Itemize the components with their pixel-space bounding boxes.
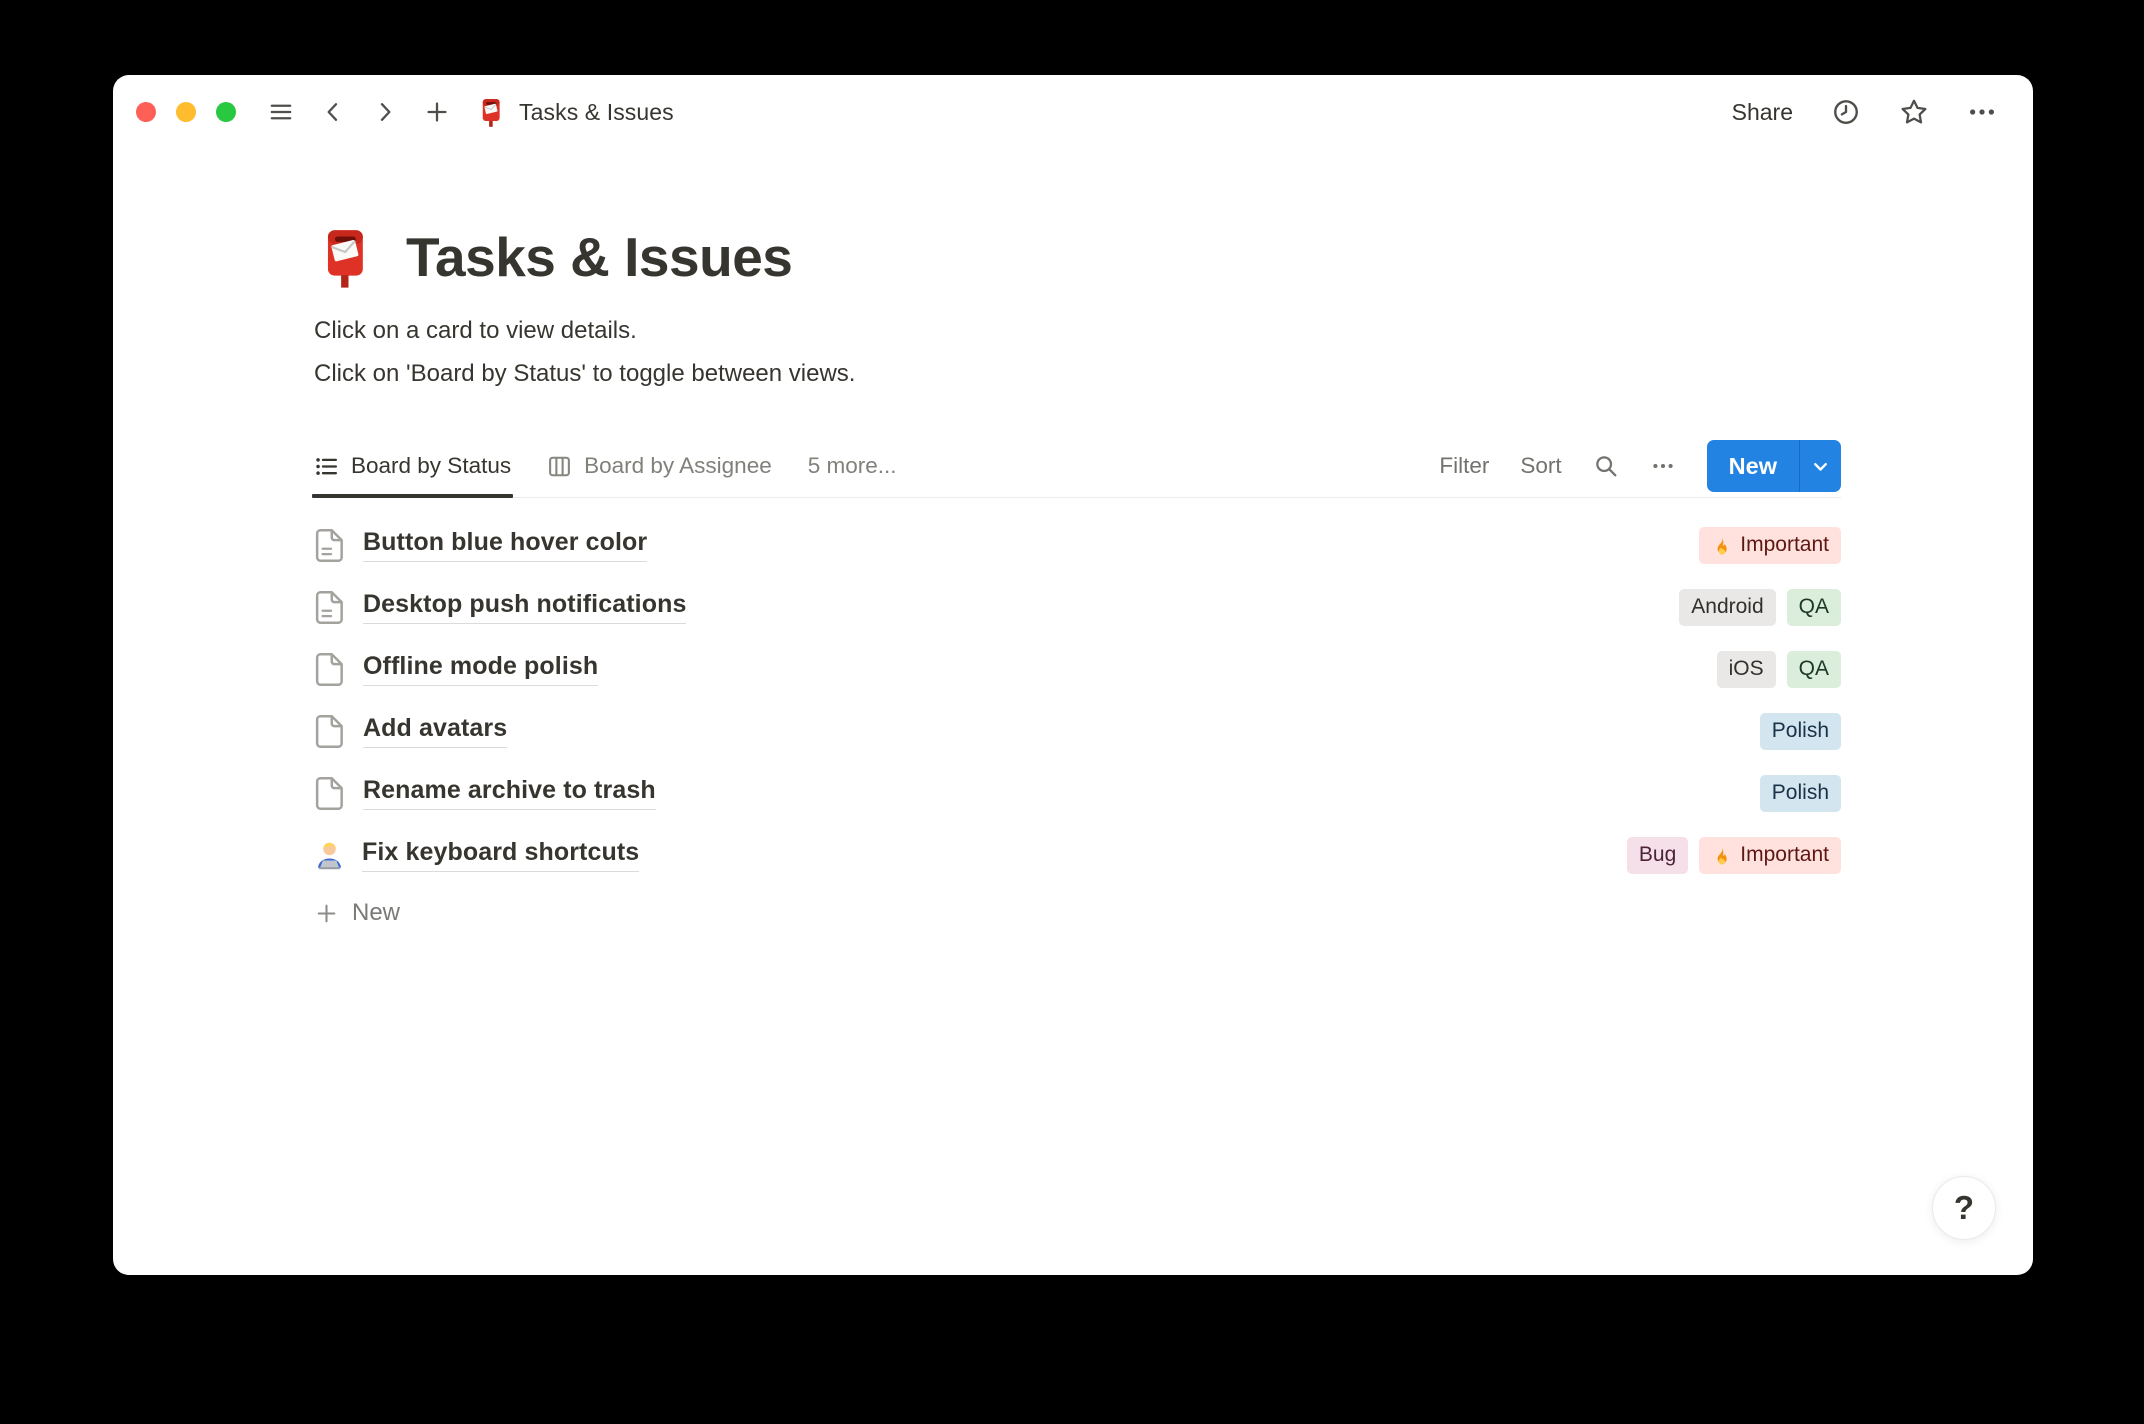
list-item-tags: Important — [1699, 526, 1841, 564]
list-item-tags: Android QA — [1679, 588, 1841, 626]
list-item-tags: Bug Important — [1626, 836, 1841, 874]
new-split-button: New — [1706, 440, 1841, 492]
sidebar-toggle-icon[interactable] — [268, 99, 294, 125]
titlebar: Tasks & Issues Share — [113, 75, 2033, 149]
list-item[interactable]: Button blue hover color Important — [314, 514, 1841, 576]
view-more-icon[interactable] — [1650, 453, 1676, 479]
view-tab-5-more-[interactable]: 5 more... — [808, 435, 897, 497]
tag-chip: iOS — [1716, 650, 1776, 688]
plus-icon — [314, 901, 339, 926]
tag-chip: Bug — [1626, 836, 1689, 874]
history-clock-icon[interactable] — [1831, 97, 1861, 127]
description-line[interactable]: Click on 'Board by Status' to toggle bet… — [314, 352, 1841, 395]
tag-label: Important — [1740, 843, 1829, 866]
page-postbox-icon[interactable] — [314, 226, 376, 288]
page-blank-icon — [314, 714, 345, 749]
tag-label: iOS — [1728, 657, 1764, 680]
help-button[interactable]: ? — [1932, 1176, 1996, 1240]
list-item-title[interactable]: Add avatars — [363, 714, 508, 748]
list-item-title[interactable]: Fix keyboard shortcuts — [362, 838, 640, 872]
tag-chip: Important — [1699, 526, 1841, 564]
page-header: Tasks & Issues — [314, 225, 1841, 289]
list-item-tags: Polish — [1759, 774, 1841, 812]
document-title: Tasks & Issues — [519, 98, 674, 125]
page-text-icon — [314, 528, 345, 563]
page-text-icon — [314, 590, 345, 625]
postbox-icon — [476, 97, 506, 127]
zoom-window-button[interactable] — [216, 102, 236, 122]
new-button[interactable]: New — [1706, 440, 1799, 492]
list-item-title[interactable]: Offline mode polish — [363, 652, 599, 686]
tag-chip: QA — [1786, 588, 1841, 626]
list-item-tags: Polish — [1759, 712, 1841, 750]
nav-back-icon[interactable] — [320, 99, 346, 125]
view-tab-label: Board by Status — [351, 453, 512, 478]
view-tab-label: Board by Assignee — [584, 453, 772, 478]
app-window: Tasks & Issues Share Tasks & Issues Clic… — [113, 75, 2033, 1275]
tag-chip: Polish — [1759, 774, 1841, 812]
list-item-title[interactable]: Rename archive to trash — [363, 776, 656, 810]
tag-chip: Polish — [1759, 712, 1841, 750]
view-tab-label: 5 more... — [807, 453, 897, 478]
close-window-button[interactable] — [136, 102, 156, 122]
tag-label: Polish — [1771, 719, 1829, 742]
tag-chip: Android — [1679, 588, 1776, 626]
tag-label: Android — [1691, 595, 1764, 618]
view-tab-board-by-status[interactable]: Board by Status — [311, 435, 514, 498]
tag-label: QA — [1798, 595, 1829, 618]
page-blank-icon — [314, 776, 345, 811]
search-icon[interactable] — [1593, 453, 1619, 479]
tag-label: Important — [1740, 533, 1829, 556]
more-options-icon[interactable] — [1967, 97, 1997, 127]
list-item[interactable]: Offline mode polish iOS QA — [314, 638, 1841, 700]
add-new-row-label: New — [352, 899, 401, 926]
fire-icon — [1711, 534, 1733, 556]
view-tabs: Board by Status Board by Assignee 5 more..… — [311, 435, 897, 498]
new-button-caret[interactable] — [1799, 440, 1841, 492]
add-new-row-button[interactable]: New — [314, 899, 400, 927]
new-tab-icon[interactable] — [424, 99, 450, 125]
share-button[interactable]: Share — [1732, 99, 1793, 126]
fire-icon — [1711, 844, 1733, 866]
list-item[interactable]: Rename archive to trash Polish — [314, 762, 1841, 824]
list-item-title[interactable]: Desktop push notifications — [363, 590, 687, 624]
board-view-icon — [547, 454, 572, 479]
page-title[interactable]: Tasks & Issues — [406, 225, 793, 289]
technologist-icon — [312, 838, 347, 873]
page-description: Click on a card to view details. Click o… — [314, 309, 1841, 395]
list-item[interactable]: Desktop push notifications Android QA — [314, 576, 1841, 638]
favorite-star-icon[interactable] — [1899, 97, 1929, 127]
tag-chip: Important — [1699, 836, 1841, 874]
description-line[interactable]: Click on a card to view details. — [314, 309, 1841, 352]
filter-button[interactable]: Filter — [1439, 453, 1489, 479]
breadcrumb[interactable]: Tasks & Issues — [476, 97, 674, 127]
sort-button[interactable]: Sort — [1520, 453, 1561, 479]
tag-label: Polish — [1771, 781, 1829, 804]
view-bar: Board by Status Board by Assignee 5 more..… — [311, 435, 1841, 498]
view-toolbar: Filter Sort New — [1439, 440, 1841, 492]
task-list: Button blue hover color Important Desktop … — [314, 498, 1841, 886]
list-view-icon — [314, 454, 339, 479]
list-item-title[interactable]: Button blue hover color — [363, 528, 648, 562]
view-tab-board-by-assignee[interactable]: Board by Assignee — [547, 435, 772, 497]
list-item[interactable]: Add avatars Polish — [314, 700, 1841, 762]
nav-forward-icon[interactable] — [372, 99, 398, 125]
page-blank-icon — [314, 652, 345, 687]
tag-label: QA — [1798, 657, 1829, 680]
minimize-window-button[interactable] — [176, 102, 196, 122]
tag-chip: QA — [1786, 650, 1841, 688]
tag-label: Bug — [1638, 843, 1677, 866]
traffic-lights — [136, 102, 236, 122]
chevron-down-icon — [1809, 455, 1832, 478]
list-item[interactable]: Fix keyboard shortcuts Bug Important — [314, 824, 1841, 886]
list-item-tags: iOS QA — [1716, 650, 1841, 688]
